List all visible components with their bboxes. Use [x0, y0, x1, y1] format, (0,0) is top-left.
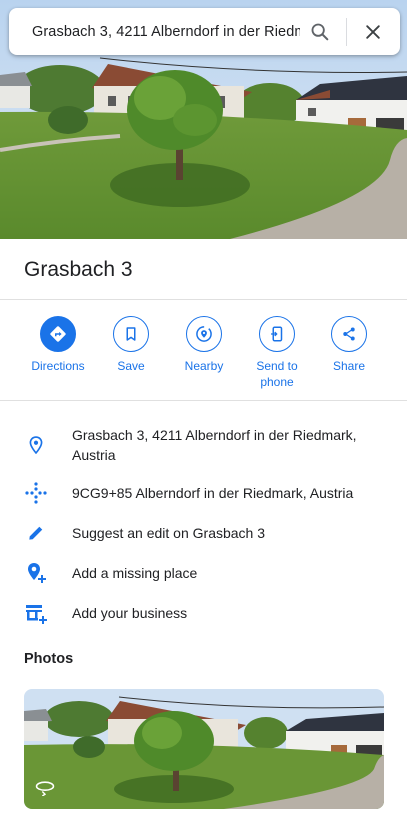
photo-thumbnail-image — [24, 689, 384, 809]
nearby-label: Nearby — [184, 359, 224, 373]
share-icon — [331, 316, 367, 352]
add-business-row[interactable]: Add your business — [0, 603, 407, 625]
search-divider — [346, 17, 347, 46]
send-to-phone-icon — [259, 316, 295, 352]
close-icon[interactable] — [353, 12, 393, 52]
directions-label: Directions — [31, 359, 85, 373]
place-title: Grasbach 3 — [24, 258, 133, 281]
suggest-edit-row[interactable]: Suggest an edit on Grasbach 3 — [0, 523, 407, 545]
directions-button[interactable]: Directions — [21, 316, 95, 374]
photo-thumbnail[interactable] — [24, 689, 384, 809]
street-view-360-icon — [34, 780, 56, 801]
location-pin-icon — [24, 433, 48, 457]
address-text: Grasbach 3, 4211 Alberndorf in der Riedm… — [72, 427, 357, 463]
send-to-phone-button[interactable]: Send to phone — [240, 316, 314, 390]
bookmark-icon — [113, 316, 149, 352]
search-input[interactable]: Grasbach 3, 4211 Alberndorf in der Riedm… — [32, 24, 300, 40]
add-place-row[interactable]: Add a missing place — [0, 563, 407, 585]
nearby-icon — [186, 316, 222, 352]
share-label: Share — [332, 359, 366, 373]
address-row[interactable]: Grasbach 3, 4211 Alberndorf in der Riedm… — [0, 425, 407, 469]
plus-code-text: 9CG9+85 Alberndorf in der Riedmark, Aust… — [72, 485, 354, 501]
save-label: Save — [117, 359, 145, 373]
plus-code-icon — [24, 481, 48, 505]
nearby-button[interactable]: Nearby — [167, 316, 241, 374]
search-bar[interactable]: Grasbach 3, 4211 Alberndorf in der Riedm… — [9, 8, 400, 55]
photos-heading: Photos — [24, 651, 74, 667]
action-row: Directions Save Nearby Send to phone Sha… — [0, 300, 407, 401]
search-icon[interactable] — [300, 12, 340, 52]
place-header: Grasbach 3 — [0, 239, 407, 300]
share-button[interactable]: Share — [312, 316, 386, 374]
send-to-phone-label-line1: Send to — [256, 359, 298, 373]
add-place-text: Add a missing place — [72, 565, 198, 581]
send-to-phone-label-line2: phone — [260, 375, 294, 389]
plus-code-row[interactable]: 9CG9+85 Alberndorf in der Riedmark, Aust… — [0, 481, 407, 505]
add-location-icon — [24, 561, 48, 585]
directions-icon — [40, 316, 76, 352]
save-button[interactable]: Save — [94, 316, 168, 374]
suggest-edit-text: Suggest an edit on Grasbach 3 — [72, 525, 266, 541]
send-to-phone-label: Send to phone — [256, 358, 297, 390]
pencil-icon — [24, 521, 48, 545]
add-business-icon — [24, 601, 48, 625]
add-business-text: Add your business — [72, 605, 188, 621]
